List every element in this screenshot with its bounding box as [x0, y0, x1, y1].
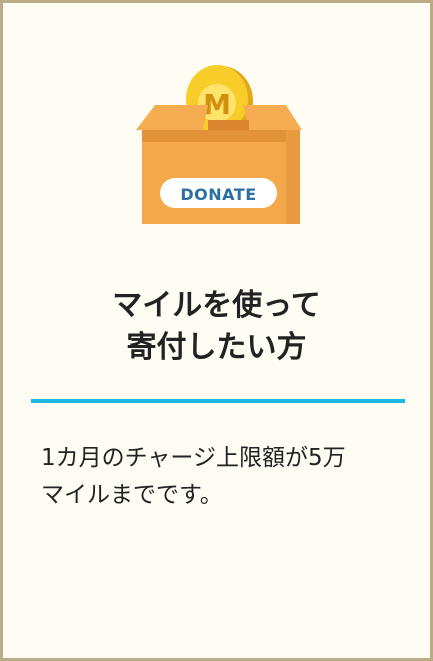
- donate-label-text: DONATE: [180, 185, 256, 204]
- card-title: マイルを使って 寄付したい方: [3, 285, 430, 369]
- donate-label: DONATE: [160, 178, 277, 208]
- accent-divider: [31, 399, 405, 403]
- description-line-1: 1カ月のチャージ上限額が5万: [41, 445, 346, 471]
- donate-card[interactable]: M DONATE マイルを使って 寄付したい方 1カ月のチャージ上限額が5万 マ…: [0, 0, 433, 661]
- donation-box-icon: [142, 130, 300, 224]
- description-line-2: マイルまでです。: [41, 482, 223, 508]
- coin-letter: M: [203, 88, 231, 121]
- card-description: 1カ月のチャージ上限額が5万 マイルまでです。: [41, 440, 411, 514]
- donation-box-illustration: M DONATE: [136, 65, 302, 224]
- card-title-line-1: マイルを使って: [112, 288, 321, 323]
- card-title-line-2: 寄付したい方: [126, 330, 307, 365]
